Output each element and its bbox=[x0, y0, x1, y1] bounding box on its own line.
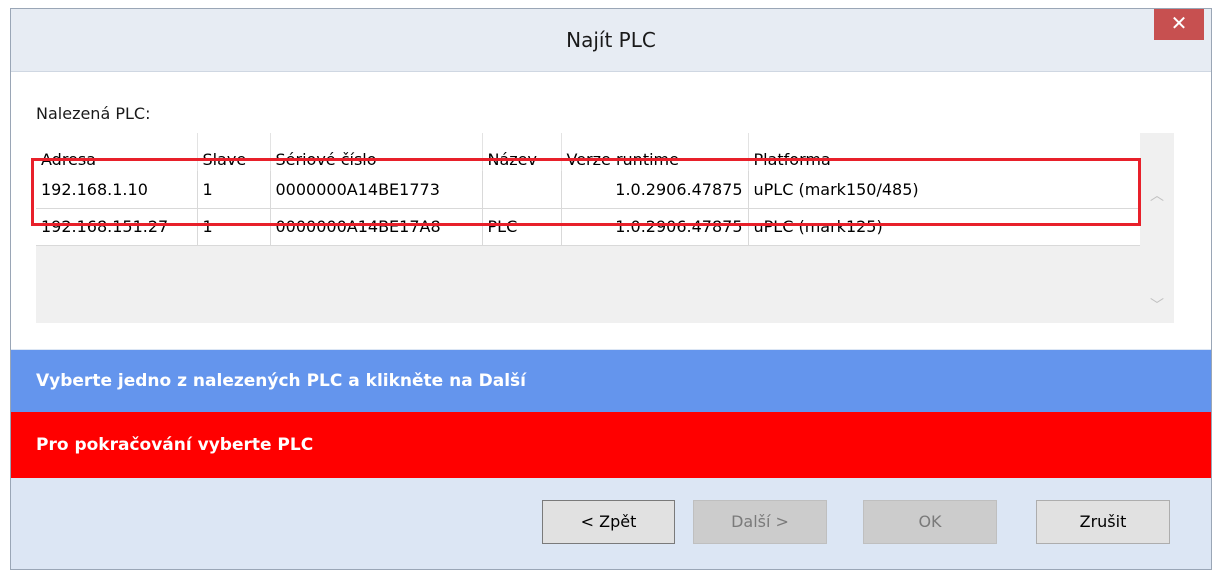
info-message-bar: Vyberte jedno z nalezených PLC a kliknět… bbox=[11, 350, 1211, 412]
cancel-button[interactable]: Zrušit bbox=[1036, 500, 1170, 544]
table-row[interactable]: 192.168.1.10 1 0000000A14BE1773 1.0.2906… bbox=[36, 171, 1141, 209]
cell-name bbox=[482, 171, 562, 209]
cell-slave: 1 bbox=[197, 208, 271, 246]
find-plc-dialog: Najít PLC ✕ Nalezená PLC: Adresa Slave S… bbox=[10, 8, 1212, 570]
cell-slave: 1 bbox=[197, 171, 271, 209]
found-plc-label: Nalezená PLC: bbox=[36, 104, 151, 123]
table-header-row: Adresa Slave Sériové číslo Název Verze r… bbox=[36, 133, 1141, 171]
column-header-address[interactable]: Adresa bbox=[36, 133, 198, 171]
info-message: Vyberte jedno z nalezených PLC a kliknět… bbox=[36, 371, 526, 391]
plc-table: Adresa Slave Sériové číslo Název Verze r… bbox=[36, 133, 1141, 246]
close-button[interactable]: ✕ bbox=[1154, 9, 1204, 40]
close-icon: ✕ bbox=[1170, 11, 1188, 35]
title-bar: Najít PLC ✕ bbox=[11, 9, 1211, 72]
cell-platform: uPLC (mark125) bbox=[748, 208, 1141, 246]
cell-serial: 0000000A14BE1773 bbox=[270, 171, 483, 209]
chevron-up-icon[interactable]: ︿ bbox=[1140, 185, 1174, 205]
next-button[interactable]: Další > bbox=[693, 500, 827, 544]
cell-address: 192.168.151.27 bbox=[36, 208, 198, 246]
plc-grid[interactable]: Adresa Slave Sériové číslo Název Verze r… bbox=[36, 133, 1174, 323]
chevron-down-icon[interactable]: ﹀ bbox=[1140, 295, 1174, 315]
error-message: Pro pokračování vyberte PLC bbox=[36, 435, 314, 455]
back-button[interactable]: < Zpět bbox=[542, 500, 675, 544]
column-header-runtime-version[interactable]: Verze runtime bbox=[561, 133, 749, 171]
error-message-bar: Pro pokračování vyberte PLC bbox=[11, 412, 1211, 478]
vertical-scrollbar[interactable]: ︿ ﹀ bbox=[1140, 133, 1174, 323]
cell-platform: uPLC (mark150/485) bbox=[748, 171, 1141, 209]
cell-runtime-version: 1.0.2906.47875 bbox=[561, 171, 749, 209]
table-row[interactable]: 192.168.151.27 1 0000000A14BE17A8 PLC 1.… bbox=[36, 208, 1141, 246]
content-area: Nalezená PLC: Adresa Slave Sériové číslo bbox=[11, 72, 1211, 349]
button-bar: < Zpět Další > OK Zrušit bbox=[11, 478, 1211, 569]
cell-runtime-version: 1.0.2906.47875 bbox=[561, 208, 749, 246]
cell-address: 192.168.1.10 bbox=[36, 171, 198, 209]
dialog-title: Najít PLC bbox=[566, 28, 656, 52]
column-header-name[interactable]: Název bbox=[482, 133, 562, 171]
cell-name: PLC bbox=[482, 208, 562, 246]
column-header-platform[interactable]: Platforma bbox=[748, 133, 1141, 171]
ok-button[interactable]: OK bbox=[863, 500, 997, 544]
column-header-serial[interactable]: Sériové číslo bbox=[270, 133, 483, 171]
column-header-slave[interactable]: Slave bbox=[197, 133, 271, 171]
cell-serial: 0000000A14BE17A8 bbox=[270, 208, 483, 246]
